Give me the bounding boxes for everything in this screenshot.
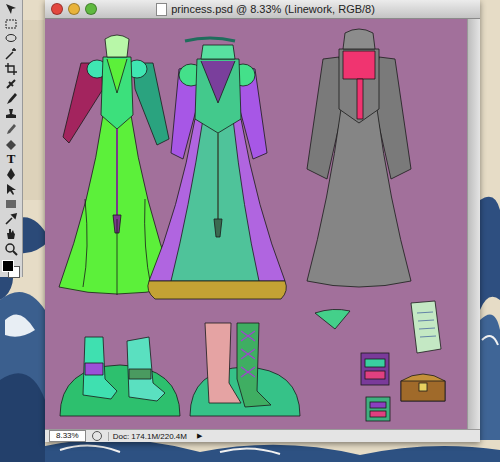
zoom-button[interactable] bbox=[85, 3, 97, 15]
zoom-field[interactable]: 8.33% bbox=[49, 430, 86, 442]
tools-panel: T bbox=[0, 0, 23, 277]
zoom-tool-icon[interactable] bbox=[2, 242, 20, 256]
title-bar: princess.psd @ 8.33% (Linework, RGB/8) bbox=[45, 0, 480, 19]
document-icon bbox=[156, 3, 167, 16]
treasure-chest[interactable] bbox=[401, 374, 445, 401]
foreground-color[interactable] bbox=[2, 260, 14, 272]
small-wedge[interactable] bbox=[315, 309, 350, 329]
vertical-scrollbar[interactable] bbox=[467, 19, 480, 429]
document-window: princess.psd @ 8.33% (Linework, RGB/8) 8.… bbox=[45, 0, 480, 442]
eyedropper-tool-icon[interactable] bbox=[2, 212, 20, 226]
stamp-tool-icon[interactable] bbox=[2, 107, 20, 121]
marquee-tool-icon[interactable] bbox=[2, 17, 20, 31]
small-book[interactable] bbox=[366, 397, 390, 421]
grey-dress[interactable] bbox=[307, 29, 411, 287]
artwork bbox=[45, 19, 467, 429]
pen-tool-icon[interactable] bbox=[2, 167, 20, 181]
heal-tool-icon[interactable] bbox=[2, 77, 20, 91]
status-preview-icon[interactable] bbox=[92, 431, 102, 441]
brush-tool-icon[interactable] bbox=[2, 92, 20, 106]
green-dress[interactable] bbox=[59, 35, 175, 295]
status-bar: 8.33% Doc: 174.1M/220.4M ▶ bbox=[45, 429, 480, 442]
eraser-tool-icon[interactable] bbox=[2, 137, 20, 151]
type-tool[interactable]: T bbox=[2, 152, 20, 166]
shoes[interactable] bbox=[60, 337, 180, 416]
history-tool-icon[interactable] bbox=[2, 122, 20, 136]
move-tool-icon[interactable] bbox=[2, 2, 20, 16]
scroll[interactable] bbox=[411, 301, 441, 353]
boots[interactable] bbox=[190, 323, 300, 416]
status-menu-button[interactable]: ▶ bbox=[197, 432, 202, 440]
window-title: princess.psd @ 8.33% (Linework, RGB/8) bbox=[171, 3, 375, 15]
canvas[interactable] bbox=[45, 19, 467, 429]
book[interactable] bbox=[361, 353, 389, 385]
path-tool-icon[interactable] bbox=[2, 182, 20, 196]
headband[interactable] bbox=[185, 38, 235, 41]
color-swatches[interactable] bbox=[2, 260, 20, 277]
desktop: Tprincess.psd @ 8.33% (Linework, RGB/8) 8… bbox=[0, 0, 500, 462]
lasso-tool-icon[interactable] bbox=[2, 32, 20, 46]
crop-tool-icon[interactable] bbox=[2, 62, 20, 76]
minimize-button[interactable] bbox=[68, 3, 80, 15]
document-size: Doc: 174.1M/220.4M bbox=[108, 432, 191, 441]
wand-tool-icon[interactable] bbox=[2, 47, 20, 61]
hand-tool-icon[interactable] bbox=[2, 227, 20, 241]
shape-tool-icon[interactable] bbox=[2, 197, 20, 211]
teal-dress[interactable] bbox=[148, 45, 286, 299]
close-button[interactable] bbox=[51, 3, 63, 15]
